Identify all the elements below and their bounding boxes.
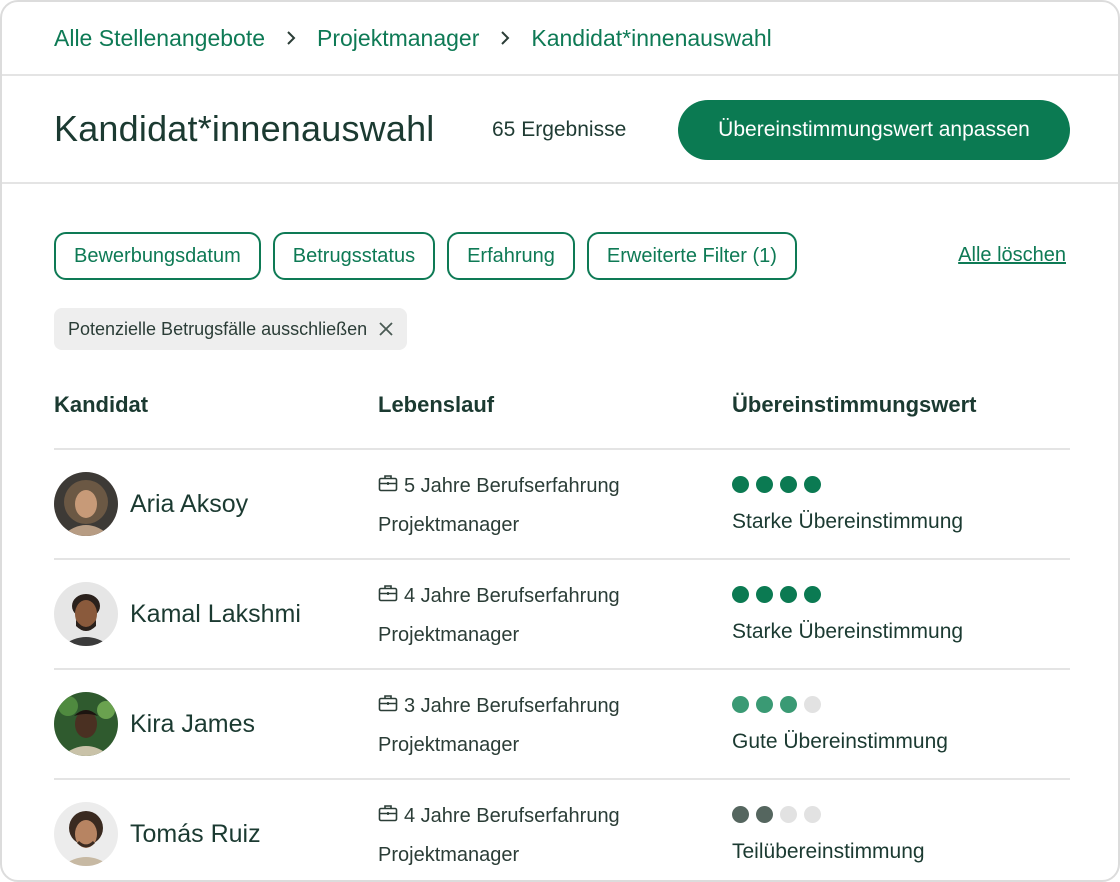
candidate-name[interactable]: Kamal Lakshmi bbox=[130, 600, 301, 629]
experience: 3 Jahre Berufserfahrung bbox=[378, 694, 620, 718]
page-title: Kandidat*innenauswahl bbox=[54, 108, 435, 149]
briefcase-icon bbox=[378, 474, 398, 498]
match-dot-filled bbox=[804, 586, 821, 603]
match-dot-filled bbox=[732, 806, 749, 823]
filter-application-date[interactable]: Bewerbungsdatum bbox=[54, 232, 261, 280]
match-dot-filled bbox=[732, 586, 749, 603]
match-label: Gute Übereinstimmung bbox=[732, 730, 948, 753]
role-text: Projektmanager bbox=[378, 734, 520, 756]
match-dot-empty bbox=[804, 696, 821, 713]
table-row[interactable]: Kira James 3 Jahre Berufserfahrung Proje… bbox=[54, 670, 1070, 780]
match-dot-filled bbox=[780, 476, 797, 493]
match-score-dots bbox=[732, 586, 821, 603]
experience: 4 Jahre Berufserfahrung bbox=[378, 804, 620, 828]
active-filter-tag: Potenzielle Betrugsfälle ausschließen bbox=[54, 308, 408, 350]
active-filter-label: Potenzielle Betrugsfälle ausschließen bbox=[68, 318, 368, 339]
table-row[interactable]: Kamal Lakshmi 4 Jahre Berufserfahrung Pr… bbox=[54, 560, 1070, 670]
match-label: Starke Übereinstimmung bbox=[732, 510, 964, 533]
avatar bbox=[54, 472, 118, 536]
filter-advanced[interactable]: Erweiterte Filter (1) bbox=[586, 232, 797, 280]
briefcase-icon bbox=[378, 584, 398, 608]
table-header: Kandidat Lebenslauf Übereinstimmungswert bbox=[54, 380, 1070, 450]
filter-bar: Bewerbungsdatum Betrugsstatus Erfahrung … bbox=[54, 232, 797, 280]
column-header-resume[interactable]: Lebenslauf bbox=[378, 392, 494, 418]
experience-text: 5 Jahre Berufserfahrung bbox=[404, 474, 620, 497]
match-label: Starke Übereinstimmung bbox=[732, 620, 964, 643]
table-row[interactable]: Aria Aksoy 5 Jahre Berufserfahrung Proje… bbox=[54, 450, 1070, 560]
match-dot-filled bbox=[732, 476, 749, 493]
match-dot-filled bbox=[804, 476, 821, 493]
result-count: 65 Ergebnisse bbox=[492, 118, 627, 141]
avatar bbox=[54, 582, 118, 646]
role-text: Projektmanager bbox=[378, 624, 520, 646]
match-dot-filled bbox=[756, 696, 773, 713]
avatar bbox=[54, 692, 118, 756]
filter-experience[interactable]: Erfahrung bbox=[447, 232, 575, 280]
adjust-match-score-button[interactable]: Übereinstimmungswert anpassen bbox=[678, 100, 1070, 160]
briefcase-icon bbox=[378, 804, 398, 828]
breadcrumb-project-manager[interactable]: Projektmanager bbox=[317, 25, 479, 52]
candidate-name[interactable]: Kira James bbox=[130, 710, 255, 739]
experience-text: 3 Jahre Berufserfahrung bbox=[404, 694, 620, 717]
breadcrumb-candidate-selection[interactable]: Kandidat*innenauswahl bbox=[531, 25, 771, 52]
match-dot-filled bbox=[756, 806, 773, 823]
match-score-dots bbox=[732, 806, 821, 823]
filter-fraud-status[interactable]: Betrugsstatus bbox=[272, 232, 436, 280]
column-header-candidate[interactable]: Kandidat bbox=[54, 392, 148, 418]
experience: 5 Jahre Berufserfahrung bbox=[378, 474, 620, 498]
candidate-name[interactable]: Aria Aksoy bbox=[130, 490, 248, 519]
experience-text: 4 Jahre Berufserfahrung bbox=[404, 584, 620, 607]
match-score-dots bbox=[732, 696, 821, 713]
page-header: Kandidat*innenauswahl 65 Ergebnisse Über… bbox=[2, 76, 1118, 184]
match-dot-empty bbox=[804, 806, 821, 823]
match-dot-filled bbox=[756, 586, 773, 603]
column-header-match-score[interactable]: Übereinstimmungswert bbox=[732, 392, 977, 418]
match-score-dots bbox=[732, 476, 821, 493]
match-dot-filled bbox=[756, 476, 773, 493]
app-frame: Alle Stellenangebote Projektmanager Kand… bbox=[0, 0, 1120, 882]
role-text: Projektmanager bbox=[378, 844, 520, 866]
close-icon[interactable] bbox=[379, 322, 393, 336]
avatar bbox=[54, 802, 118, 866]
match-dot-filled bbox=[732, 696, 749, 713]
chevron-right-icon bbox=[265, 29, 317, 47]
table-row[interactable]: Tomás Ruiz 4 Jahre Berufserfahrung Proje… bbox=[54, 780, 1070, 880]
experience: 4 Jahre Berufserfahrung bbox=[378, 584, 620, 608]
match-dot-filled bbox=[780, 586, 797, 603]
breadcrumb-all-jobs[interactable]: Alle Stellenangebote bbox=[54, 25, 265, 52]
match-dot-empty bbox=[780, 806, 797, 823]
clear-all-link[interactable]: Alle löschen bbox=[958, 244, 1066, 267]
candidate-name[interactable]: Tomás Ruiz bbox=[130, 820, 261, 849]
role-text: Projektmanager bbox=[378, 514, 520, 536]
chevron-right-icon bbox=[479, 29, 531, 47]
match-label: Teilübereinstimmung bbox=[732, 840, 925, 863]
breadcrumb: Alle Stellenangebote Projektmanager Kand… bbox=[2, 2, 1118, 76]
experience-text: 4 Jahre Berufserfahrung bbox=[404, 804, 620, 827]
briefcase-icon bbox=[378, 694, 398, 718]
match-dot-filled bbox=[780, 696, 797, 713]
